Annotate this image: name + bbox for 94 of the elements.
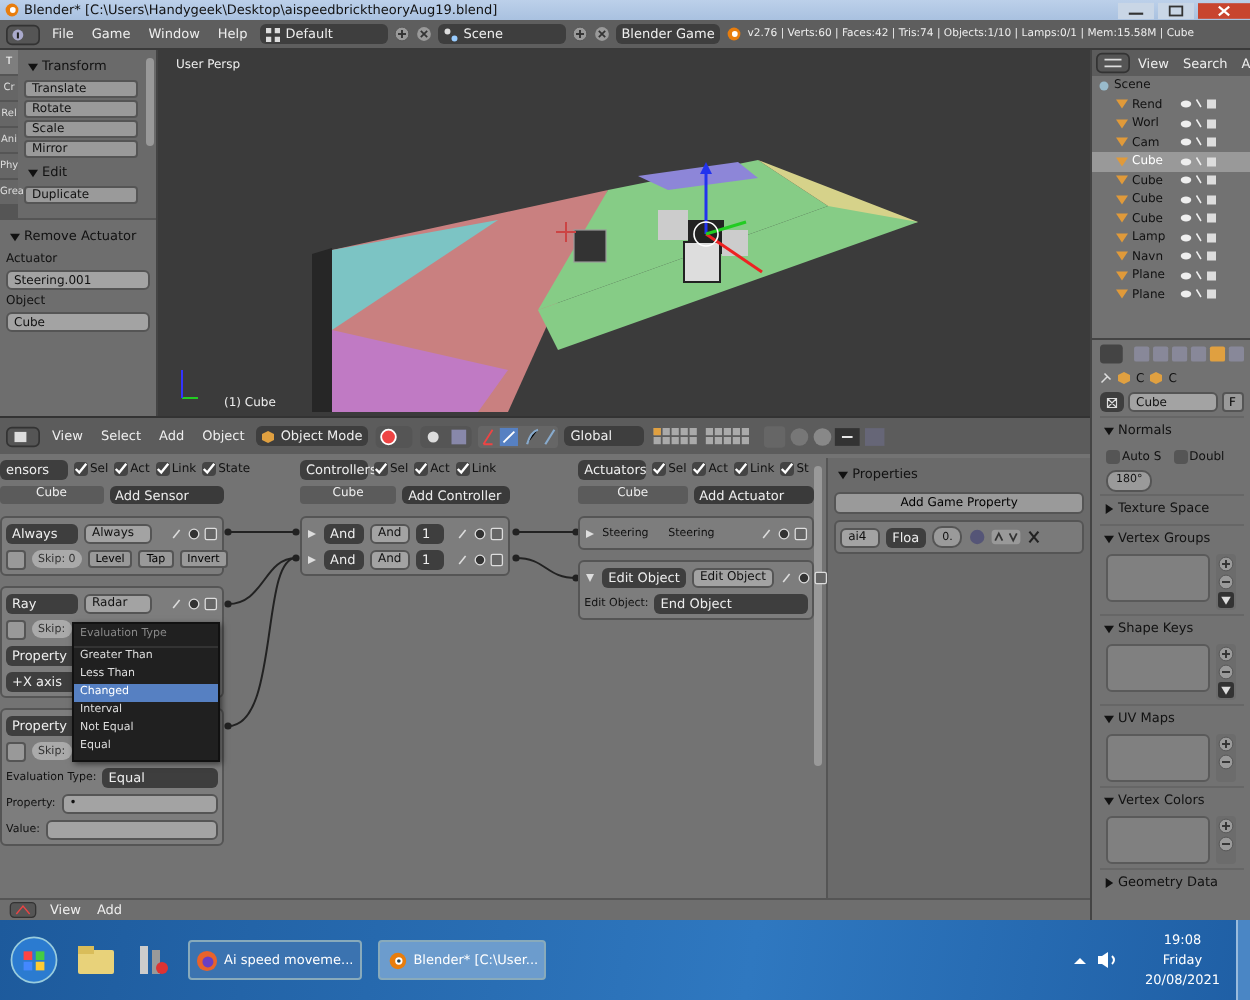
browser-icon: [196, 949, 218, 971]
visibility-icons[interactable]: [1176, 212, 1220, 225]
visibility-icons[interactable]: [1176, 288, 1220, 301]
expand-arrow-icon[interactable]: [28, 167, 38, 177]
app-logo-icon: [385, 949, 408, 971]
expand-arrow-icon[interactable]: [1104, 795, 1114, 805]
expand-arrow-icon[interactable]: [1104, 877, 1114, 887]
snap-tools-icon[interactable]: [764, 425, 889, 447]
pivot-icon[interactable]: [420, 425, 473, 447]
checkbox[interactable]: [74, 462, 88, 476]
start-button-icon[interactable]: [8, 934, 60, 986]
expand-arrow-icon[interactable]: [306, 553, 318, 565]
minus-icon[interactable]: [1218, 754, 1234, 770]
checkbox[interactable]: [455, 462, 470, 476]
plus-icon[interactable]: [1218, 736, 1234, 752]
checkbox[interactable]: [1106, 449, 1120, 463]
plus-icon[interactable]: [1218, 818, 1234, 834]
checkbox[interactable]: [374, 462, 388, 476]
minus-icon[interactable]: [1218, 664, 1234, 680]
close-icon[interactable]: [1198, 1, 1250, 19]
visibility-icons[interactable]: [1176, 231, 1220, 244]
visibility-icons[interactable]: [1176, 174, 1220, 187]
plus-icon[interactable]: [1218, 646, 1234, 662]
minus-icon[interactable]: [1218, 836, 1234, 852]
close-icon[interactable]: [593, 26, 610, 42]
visibility-icons[interactable]: [1176, 117, 1220, 130]
cube-icon: [262, 429, 275, 443]
checkbox[interactable]: [202, 462, 217, 476]
expand-arrow-icon[interactable]: [1104, 503, 1114, 513]
maximize-icon[interactable]: [1158, 1, 1194, 19]
brick-controls-icon[interactable]: [760, 525, 809, 541]
cube-icon: [1118, 372, 1130, 384]
visibility-icons[interactable]: [1176, 155, 1220, 168]
expand-arrow-icon[interactable]: [10, 231, 20, 241]
pulse-toggle[interactable]: [6, 619, 26, 639]
pin-icon[interactable]: [1100, 372, 1112, 384]
checkbox[interactable]: [780, 462, 795, 476]
cube-icon: [1150, 372, 1163, 384]
expand-arrow-icon[interactable]: [1104, 713, 1114, 723]
brick-controls-icon[interactable]: [170, 525, 218, 541]
expand-arrow-icon[interactable]: [838, 469, 849, 479]
checkbox[interactable]: [692, 462, 707, 476]
plus-icon[interactable]: [1218, 556, 1234, 572]
app-logo-icon: [4, 2, 20, 18]
expand-arrow-icon[interactable]: [28, 61, 38, 71]
checkbox[interactable]: [114, 462, 129, 476]
expand-arrow-icon[interactable]: [1104, 425, 1114, 435]
shading-icon[interactable]: [374, 425, 415, 447]
scrollbar[interactable]: [814, 466, 823, 766]
scene-icon: [1098, 79, 1110, 92]
visibility-icons[interactable]: [1176, 136, 1220, 149]
expand-arrow-icon[interactable]: [1104, 533, 1114, 543]
pulse-toggle[interactable]: [6, 741, 26, 761]
property-tabs-icon[interactable]: [1100, 344, 1244, 364]
brick-controls-icon[interactable]: [456, 551, 505, 567]
property-controls-icon[interactable]: [968, 528, 1045, 546]
axis-icon: [178, 368, 202, 402]
folder-icon[interactable]: [76, 944, 116, 976]
expand-arrow-icon[interactable]: [584, 571, 597, 583]
brick-controls-icon[interactable]: [170, 595, 218, 611]
manipulator-icon[interactable]: [478, 425, 559, 447]
mesh-icon: [1106, 395, 1118, 409]
visibility-icons[interactable]: [1176, 250, 1220, 263]
wire-drawing: [512, 526, 580, 582]
checkbox[interactable]: [414, 462, 429, 476]
menu-arrow-icon[interactable]: [1218, 592, 1234, 608]
expand-arrow-icon[interactable]: [584, 527, 597, 539]
checkbox[interactable]: [155, 462, 170, 476]
editor-type-icon[interactable]: [6, 23, 40, 45]
editor-type-icon[interactable]: [6, 425, 40, 447]
brick-controls-icon[interactable]: [456, 525, 505, 541]
checkbox[interactable]: [1173, 449, 1188, 463]
expand-arrow-icon[interactable]: [1104, 623, 1114, 633]
minimize-icon[interactable]: [1118, 1, 1154, 19]
menu-arrow-icon[interactable]: [1218, 682, 1234, 698]
minus-icon[interactable]: [1218, 574, 1234, 590]
editor-type-icon[interactable]: [1096, 52, 1130, 74]
scene-icon: [443, 27, 458, 41]
plus-icon[interactable]: [393, 26, 410, 42]
mesh-dropdown[interactable]: [1100, 392, 1124, 412]
visibility-icons[interactable]: [1176, 269, 1220, 282]
grid-icon: [265, 27, 280, 41]
visibility-icons[interactable]: [1176, 193, 1220, 206]
visibility-icons[interactable]: [1176, 98, 1220, 111]
brick-controls-icon[interactable]: [780, 569, 829, 585]
checkbox[interactable]: [652, 462, 667, 476]
checkbox[interactable]: [733, 462, 748, 476]
plus-icon[interactable]: [571, 26, 588, 42]
pulse-toggle[interactable]: [6, 549, 26, 569]
app-logo-icon: [725, 26, 742, 42]
scrollbar[interactable]: [146, 58, 154, 146]
close-icon[interactable]: [415, 26, 432, 42]
text-field[interactable]: [45, 819, 218, 839]
expand-arrow-icon[interactable]: [306, 527, 318, 539]
